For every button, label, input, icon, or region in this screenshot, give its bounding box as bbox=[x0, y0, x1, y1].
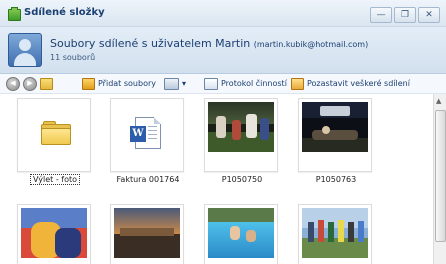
photo-image bbox=[21, 208, 87, 258]
vertical-scrollbar[interactable]: ▲ bbox=[433, 94, 446, 264]
avatar-body-icon bbox=[14, 53, 36, 66]
shared-with-text: Soubory sdílené s uživatelem Martin bbox=[50, 37, 251, 50]
forward-arrow-icon: ▶ bbox=[23, 76, 37, 91]
add-files-icon bbox=[82, 77, 95, 90]
window-controls: — ❐ ✕ bbox=[370, 7, 440, 23]
share-header: Soubory sdílené s uživatelem Martin (mar… bbox=[0, 27, 446, 74]
view-menu-button[interactable]: ▾ bbox=[164, 76, 186, 91]
add-files-label: Přidat soubory bbox=[98, 79, 156, 88]
item-label[interactable]: Faktura 001764 bbox=[110, 175, 186, 184]
activity-log-icon bbox=[204, 77, 218, 90]
folder-icon bbox=[41, 121, 71, 145]
avatar bbox=[8, 33, 42, 67]
maximize-button[interactable]: ❐ bbox=[394, 7, 416, 23]
photo-image bbox=[302, 102, 368, 152]
file-grid: Výlet - foto W Faktura 001764 P1050750 P… bbox=[0, 94, 446, 264]
new-folder-button[interactable] bbox=[40, 76, 56, 91]
toolbar: ◀ ▶ Přidat soubory ▾ Protokol činností P… bbox=[0, 74, 446, 94]
add-files-button[interactable]: Přidat soubory bbox=[82, 76, 156, 91]
avatar-head-icon bbox=[19, 39, 31, 51]
minimize-button[interactable]: — bbox=[370, 7, 392, 23]
window-title: Sdílené složky bbox=[24, 7, 105, 18]
activity-log-button[interactable]: Protokol činností bbox=[204, 76, 287, 91]
stop-sharing-icon bbox=[291, 77, 304, 90]
user-email: (martin.kubik@hotmail.com) bbox=[253, 40, 369, 49]
back-arrow-icon: ◀ bbox=[6, 76, 20, 91]
close-button[interactable]: ✕ bbox=[418, 7, 440, 23]
back-button[interactable]: ◀ bbox=[6, 76, 20, 91]
shared-folder-app-icon bbox=[8, 7, 21, 21]
photo-image bbox=[302, 208, 368, 258]
item-thumbnail[interactable] bbox=[204, 98, 278, 172]
shared-with-heading: Soubory sdílené s uživatelem Martin (mar… bbox=[50, 37, 368, 50]
item-label[interactable]: P1050763 bbox=[298, 175, 374, 184]
item-label[interactable]: P1050750 bbox=[204, 175, 280, 184]
photo-image bbox=[208, 208, 274, 258]
scroll-thumb[interactable] bbox=[435, 110, 446, 242]
stop-sharing-label: Pozastavit veškeré sdílení bbox=[307, 79, 410, 88]
stop-sharing-button[interactable]: Pozastavit veškeré sdílení bbox=[291, 76, 410, 91]
file-count: 11 souborů bbox=[50, 53, 96, 62]
scroll-up-arrow-icon[interactable]: ▲ bbox=[436, 97, 441, 105]
item-thumbnail[interactable]: W bbox=[110, 98, 184, 172]
photo-image bbox=[208, 102, 274, 152]
forward-button[interactable]: ▶ bbox=[23, 76, 37, 91]
item-thumbnail[interactable] bbox=[298, 98, 372, 172]
word-document-icon: W bbox=[130, 117, 161, 149]
item-thumbnail[interactable] bbox=[17, 98, 91, 172]
activity-log-label: Protokol činností bbox=[221, 79, 287, 88]
item-thumbnail[interactable] bbox=[17, 204, 91, 264]
title-bar: Sdílené složky — ❐ ✕ bbox=[0, 0, 446, 27]
new-folder-icon bbox=[40, 77, 53, 90]
photo-image bbox=[114, 208, 180, 258]
item-thumbnail[interactable] bbox=[204, 204, 278, 264]
item-thumbnail[interactable] bbox=[110, 204, 184, 264]
view-chevron-icon: ▾ bbox=[182, 79, 187, 88]
item-label[interactable]: Výlet - foto bbox=[17, 174, 93, 185]
view-grid-icon bbox=[164, 77, 179, 90]
item-thumbnail[interactable] bbox=[298, 204, 372, 264]
